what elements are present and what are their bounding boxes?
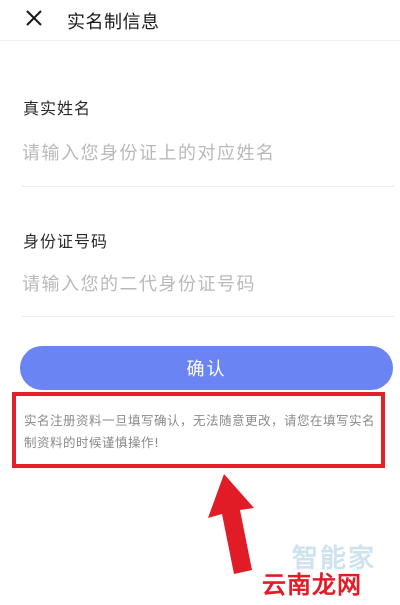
name-divider [22,186,394,187]
notice-text: 实名注册资料一旦填写确认，无法随意更改，请您在填写实名制资料的时候谨慎操作! [24,413,376,450]
name-input[interactable] [22,135,392,171]
confirm-button[interactable]: 确认 [20,346,393,390]
id-input[interactable] [22,266,392,302]
page-title: 实名制信息 [67,12,160,33]
close-button[interactable] [22,6,46,30]
header: 实名制信息 [0,0,400,41]
name-label: 真实姓名 [23,99,92,118]
watermark-bottom: 云南龙网 [262,571,362,599]
id-label: 身份证号码 [23,232,109,251]
close-icon [26,10,42,26]
arrow-up-icon [208,474,254,574]
notice-highlight: 实名注册资料一旦填写确认，无法随意更改，请您在填写实名制资料的时候谨慎操作! [12,392,385,468]
id-divider [22,316,394,317]
